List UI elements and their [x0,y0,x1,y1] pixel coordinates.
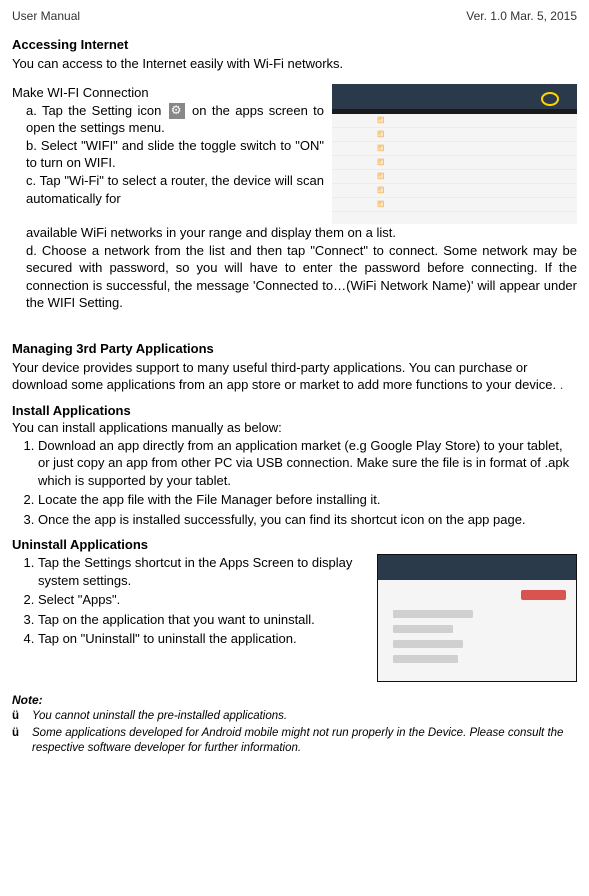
highlight-circle-icon [541,92,559,106]
doc-version-date: Ver. 1.0 Mar. 5, 2015 [466,8,577,24]
list-item: ü You cannot uninstall the pre-installed… [12,709,577,725]
list-item: ü Some applications developed for Androi… [12,726,577,757]
list-item: Tap on "Uninstall" to uninstall the appl… [38,630,369,648]
wifi-settings-screenshot [332,84,577,224]
note-text: Some applications developed for Android … [32,726,577,757]
list-item: Download an app directly from an applica… [38,437,577,490]
wifi-step-b: b. Select "WIFI" and slide the toggle sw… [12,137,324,172]
uninstall-section: Tap the Settings shortcut in the Apps Sc… [12,554,577,682]
section-accessing-internet-title: Accessing Internet [12,36,577,54]
section-third-party-title: Managing 3rd Party Applications [12,340,577,358]
wifi-connection-title: Make WI-FI Connection [12,84,324,102]
wifi-step-d: d. Choose a network from the list and th… [12,242,577,312]
doc-title: User Manual [12,8,80,24]
install-apps-title: Install Applications [12,402,577,420]
list-item: Tap on the application that you want to … [38,611,369,629]
wifi-step-c-part2: available WiFi networks in your range an… [12,224,577,242]
settings-icon [169,103,185,119]
list-item: Once the app is installed successfully, … [38,511,577,529]
note-title: Note: [12,692,577,708]
wifi-step-a: a. Tap the Setting icon on the apps scre… [12,102,324,137]
page-header: User Manual Ver. 1.0 Mar. 5, 2015 [12,8,577,24]
list-item: Tap the Settings shortcut in the Apps Sc… [38,554,369,589]
install-steps-list: Download an app directly from an applica… [12,437,577,529]
third-party-intro-text: Your device provides support to many use… [12,360,560,393]
wifi-step-c-part1: c. Tap "Wi-Fi" to select a router, the d… [12,172,324,207]
red-dot: . [560,377,564,392]
list-item: Select "Apps". [38,591,369,609]
list-item: Locate the app file with the File Manage… [38,491,577,509]
note-text: You cannot uninstall the pre-installed a… [32,709,287,725]
uninstall-apps-title: Uninstall Applications [12,536,577,554]
bullet-icon: ü [12,709,22,725]
note-list: ü You cannot uninstall the pre-installed… [12,709,577,757]
wifi-step-a-part1: a. Tap the Setting icon [26,103,167,118]
third-party-intro: Your device provides support to many use… [12,359,577,394]
uninstall-settings-screenshot [377,554,577,682]
install-apps-intro: You can install applications manually as… [12,419,577,437]
accessing-internet-intro: You can access to the Internet easily wi… [12,55,577,73]
wifi-section: Make WI-FI Connection a. Tap the Setting… [12,84,577,224]
uninstall-button-graphic [521,590,566,600]
uninstall-steps-list: Tap the Settings shortcut in the Apps Sc… [12,554,369,648]
bullet-icon: ü [12,726,22,757]
